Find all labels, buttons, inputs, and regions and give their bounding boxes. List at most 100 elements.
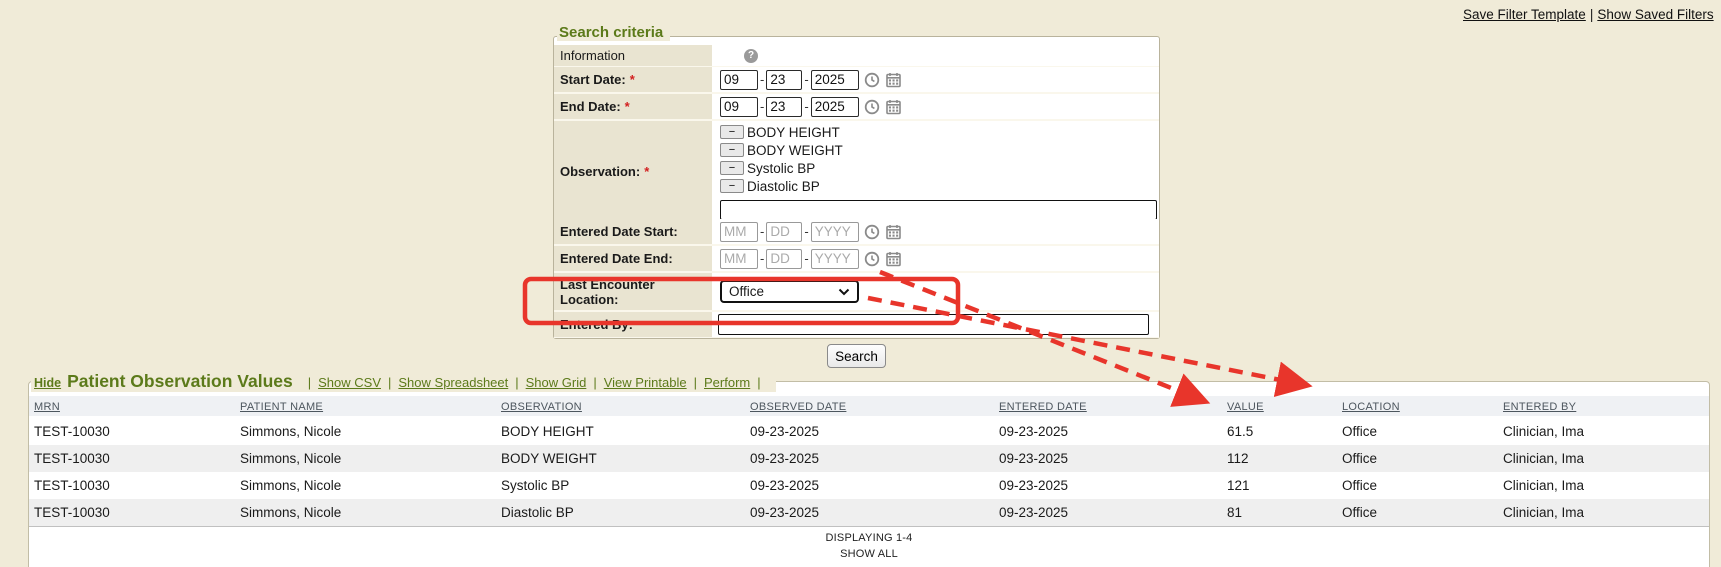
required-asterisk: * [630, 72, 635, 87]
cell-value: 61.5 [1222, 424, 1337, 439]
observation-item-label: BODY WEIGHT [747, 143, 843, 158]
last-encounter-location-label: Last Encounter [560, 277, 708, 292]
remove-observation-button[interactable]: − [720, 143, 744, 157]
observation-selected-item: − BODY WEIGHT [720, 141, 843, 159]
end-date-month-input[interactable] [720, 97, 758, 117]
calendar-icon[interactable] [885, 251, 902, 267]
entered-by-row: Entered By: [554, 312, 1159, 338]
column-header-entered-by[interactable]: ENTERED BY [1503, 401, 1576, 413]
cell-patient-name: Simmons, Nicole [235, 505, 496, 520]
entered-date-end-day-input[interactable] [766, 249, 802, 269]
search-criteria-legend: Search criteria [557, 24, 670, 41]
chevron-down-icon [838, 284, 850, 299]
clock-icon[interactable] [864, 72, 880, 88]
start-date-label: Start Date: [560, 72, 626, 87]
end-date-day-input[interactable] [766, 97, 802, 117]
information-row: Information ? [554, 45, 1159, 67]
entered-date-start-year-input[interactable] [811, 222, 859, 242]
show-grid-link[interactable]: Show Grid [526, 375, 587, 390]
cell-entered-date: 09-23-2025 [994, 451, 1222, 466]
entered-date-end-year-input[interactable] [811, 249, 859, 269]
cell-patient-name: Simmons, Nicole [235, 424, 496, 439]
end-date-label: End Date: [560, 99, 621, 114]
entered-date-start-day-input[interactable] [766, 222, 802, 242]
column-header-mrn[interactable]: MRN [34, 401, 60, 413]
start-date-year-input[interactable] [811, 70, 859, 90]
entered-by-label: Entered By: [560, 317, 633, 332]
cell-location: Office [1337, 478, 1498, 493]
entered-date-start-label: Entered Date Start: [560, 224, 678, 239]
start-date-month-input[interactable] [720, 70, 758, 90]
remove-observation-button[interactable]: − [720, 179, 744, 193]
observation-selected-item: − Diastolic BP [720, 177, 820, 195]
cell-value: 112 [1222, 451, 1337, 466]
clock-icon[interactable] [864, 251, 880, 267]
table-header-row: MRN PATIENT NAME OBSERVATION OBSERVED DA… [29, 396, 1709, 418]
filter-template-links: Save Filter Template|Show Saved Filters [1463, 7, 1714, 22]
cell-observation: Diastolic BP [496, 505, 745, 520]
column-header-observed-date[interactable]: OBSERVED DATE [750, 401, 846, 413]
end-date-row: End Date:* - - [554, 94, 1159, 121]
entered-by-input[interactable] [718, 314, 1149, 335]
cell-observed-date: 09-23-2025 [745, 505, 994, 520]
end-date-year-input[interactable] [811, 97, 859, 117]
information-label: Information [554, 45, 712, 66]
calendar-icon[interactable] [885, 224, 902, 240]
column-header-patient-name[interactable]: PATIENT NAME [240, 401, 323, 413]
entered-date-start-row: Entered Date Start: - - [554, 219, 1159, 246]
view-printable-link[interactable]: View Printable [604, 375, 687, 390]
cell-mrn: TEST-10030 [29, 505, 235, 520]
clock-icon[interactable] [864, 99, 880, 115]
selected-location-value: Office [729, 284, 764, 299]
remove-observation-button[interactable]: − [720, 161, 744, 175]
results-title: Patient Observation Values [67, 371, 293, 392]
calendar-icon[interactable] [885, 72, 902, 88]
column-header-location[interactable]: LOCATION [1342, 401, 1400, 413]
observation-item-label: Diastolic BP [747, 179, 820, 194]
show-all-link[interactable]: SHOW ALL [29, 548, 1709, 560]
cell-entered-date: 09-23-2025 [994, 505, 1222, 520]
search-criteria-fieldset: Search criteria Information ? Start Date… [553, 36, 1160, 339]
cell-location: Office [1337, 505, 1498, 520]
cell-patient-name: Simmons, Nicole [235, 451, 496, 466]
observation-row: Observation: * − BODY HEIGHT − BODY WEIGH… [554, 121, 1159, 219]
cell-observation: Systolic BP [496, 478, 745, 493]
cell-location: Office [1337, 424, 1498, 439]
cell-observed-date: 09-23-2025 [745, 424, 994, 439]
show-csv-link[interactable]: Show CSV [318, 375, 381, 390]
observation-selected-item: − Systolic BP [720, 159, 815, 177]
observation-item-label: BODY HEIGHT [747, 125, 840, 140]
start-date-day-input[interactable] [766, 70, 802, 90]
last-encounter-location-select[interactable]: Office [720, 280, 859, 303]
remove-observation-button[interactable]: − [720, 125, 744, 139]
column-header-value[interactable]: VALUE [1227, 401, 1264, 413]
search-button[interactable]: Search [827, 344, 886, 368]
entered-date-start-month-input[interactable] [720, 222, 758, 242]
show-spreadsheet-link[interactable]: Show Spreadsheet [398, 375, 508, 390]
question-mark-icon[interactable]: ? [744, 49, 758, 63]
cell-entered-by: Clinician, Ima [1498, 424, 1709, 439]
show-saved-filters-link[interactable]: Show Saved Filters [1597, 7, 1713, 22]
table-footer: DISPLAYING 1-4 SHOW ALL [29, 526, 1709, 560]
entered-date-end-month-input[interactable] [720, 249, 758, 269]
clock-icon[interactable] [864, 224, 880, 240]
observation-label: Observation: [560, 164, 640, 179]
cell-location: Office [1337, 451, 1498, 466]
column-header-observation[interactable]: OBSERVATION [501, 401, 582, 413]
calendar-icon[interactable] [885, 99, 902, 115]
hide-link[interactable]: Hide [34, 376, 61, 390]
patient-observation-values-panel: Hide Patient Observation Values | Show C… [28, 381, 1710, 567]
table-row: TEST-10030 Simmons, Nicole Systolic BP 0… [29, 472, 1709, 499]
last-encounter-location-row: Last Encounter Location: Office [554, 273, 1159, 312]
cell-value: 81 [1222, 505, 1337, 520]
entered-date-end-label: Entered Date End: [560, 251, 673, 266]
results-header: Hide Patient Observation Values | Show C… [31, 371, 776, 392]
perform-link[interactable]: Perform [704, 375, 750, 390]
required-asterisk: * [644, 164, 649, 179]
cell-value: 121 [1222, 478, 1337, 493]
required-asterisk: * [625, 99, 630, 114]
observation-search-input[interactable] [720, 200, 1157, 220]
save-filter-template-link[interactable]: Save Filter Template [1463, 7, 1586, 22]
cell-entered-by: Clinician, Ima [1498, 478, 1709, 493]
column-header-entered-date[interactable]: ENTERED DATE [999, 401, 1087, 413]
